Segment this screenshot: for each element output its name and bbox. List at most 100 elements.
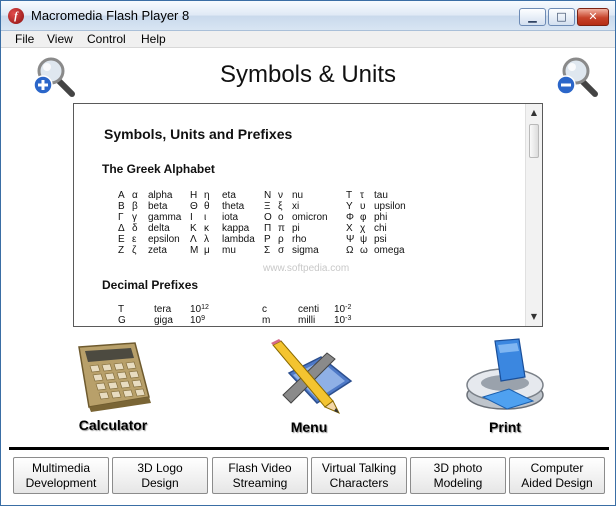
bottom-divider xyxy=(9,447,609,450)
greek-letter-name: chi xyxy=(374,223,387,234)
scroll-down-arrow-icon[interactable]: ▼ xyxy=(527,310,541,324)
menu-button[interactable]: Menu xyxy=(259,337,359,437)
prefix-symbol: G xyxy=(118,315,126,326)
greek-letter-glyph: Φ xyxy=(346,212,354,223)
maximize-button[interactable]: □ xyxy=(548,8,575,26)
prefix-power-base: 10 xyxy=(190,304,202,315)
greek-letter-glyph: π xyxy=(278,223,285,234)
greek-letter-glyph: κ xyxy=(204,223,209,234)
greek-letter-glyph: Π xyxy=(264,223,272,234)
3d-photo-modeling-button[interactable]: 3D photo Modeling xyxy=(410,457,506,494)
minimize-button[interactable]: ▁ xyxy=(519,8,546,26)
zoom-out-magnifier-icon[interactable] xyxy=(554,53,600,99)
greek-letter-glyph: θ xyxy=(204,201,210,212)
greek-letter-name: theta xyxy=(222,201,245,212)
document-panel[interactable]: Symbols, Units and Prefixes The Greek Al… xyxy=(73,103,543,327)
greek-letter-glyph: υ xyxy=(360,201,366,212)
prefix-power-base: 10 xyxy=(334,315,346,326)
greek-letter-glyph: Κ xyxy=(190,223,197,234)
menu-bar: File View Control Help xyxy=(1,31,615,48)
prefix-power-exponent: 12 xyxy=(201,304,209,311)
greek-letter-glyph: β xyxy=(132,201,138,212)
prefix-power-exponent: 9 xyxy=(201,315,206,322)
window-title: Macromedia Flash Player 8 xyxy=(31,8,190,23)
greek-letter-glyph: Ε xyxy=(118,234,125,245)
greek-letter-glyph: ζ xyxy=(132,245,137,256)
greek-letter-glyph: Β xyxy=(118,201,125,212)
greek-letter-name: kappa xyxy=(222,223,250,234)
greek-letter-name: alpha xyxy=(148,190,173,201)
menu-view[interactable]: View xyxy=(47,32,73,46)
scroll-up-arrow-icon[interactable]: ▲ xyxy=(527,106,541,120)
flash-video-streaming-button[interactable]: Flash Video Streaming xyxy=(212,457,308,494)
virtual-talking-characters-button[interactable]: Virtual Talking Characters xyxy=(311,457,407,494)
3d-logo-design-button[interactable]: 3D Logo Design xyxy=(112,457,208,494)
greek-letter-glyph: Χ xyxy=(346,223,353,234)
prefix-power-base: 10 xyxy=(190,315,202,326)
greek-letter-glyph: ξ xyxy=(278,201,283,212)
greek-letter-glyph: Μ xyxy=(190,245,199,256)
greek-letter-glyph: Ι xyxy=(190,212,193,223)
greek-letter-glyph: η xyxy=(204,190,210,201)
greek-letter-glyph: Ζ xyxy=(118,245,125,256)
greek-letter-name: sigma xyxy=(292,245,319,256)
document-heading: Symbols, Units and Prefixes xyxy=(104,126,293,142)
greek-letter-glyph: γ xyxy=(132,212,137,223)
prefix-power-exponent: -2 xyxy=(345,304,352,311)
greek-letter-name: tau xyxy=(374,190,388,201)
computer-aided-design-button[interactable]: Computer Aided Design xyxy=(509,457,605,494)
greek-letter-name: zeta xyxy=(148,245,167,256)
page-title: Symbols & Units xyxy=(219,61,397,88)
greek-letter-glyph: Δ xyxy=(118,223,125,234)
greek-alphabet-heading: The Greek Alphabet xyxy=(102,162,215,176)
flash-app-icon: f xyxy=(8,8,24,24)
print-button[interactable]: Print xyxy=(453,337,557,437)
scroll-thumb[interactable] xyxy=(529,124,539,158)
greek-letter-glyph: Ω xyxy=(346,245,354,256)
prefix-name: milli xyxy=(298,315,316,326)
greek-letter-name: nu xyxy=(292,190,304,201)
greek-letter-glyph: ν xyxy=(278,190,283,201)
title-bar[interactable]: f Macromedia Flash Player 8 ▁ □ ✕ xyxy=(1,1,615,31)
greek-letter-name: phi xyxy=(374,212,388,223)
greek-letter-glyph: Λ xyxy=(190,234,197,245)
greek-letter-name: delta xyxy=(148,223,170,234)
prefix-symbol: m xyxy=(262,315,271,326)
greek-letter-glyph: λ xyxy=(204,234,209,245)
calculator-label: Calculator xyxy=(78,417,148,433)
calculator-icon xyxy=(78,342,151,412)
greek-letter-glyph: Ο xyxy=(264,212,272,223)
multimedia-development-button[interactable]: Multimedia Development xyxy=(13,457,109,494)
greek-letter-glyph: τ xyxy=(360,190,364,201)
document-content: Symbols, Units and Prefixes The Greek Al… xyxy=(74,104,526,326)
greek-letter-name: omicron xyxy=(292,212,328,223)
document-scrollbar[interactable]: ▲ ▼ xyxy=(525,104,542,326)
greek-letter-glyph: ψ xyxy=(360,234,368,245)
greek-letter-glyph: μ xyxy=(204,245,210,256)
greek-letter-glyph: Γ xyxy=(118,212,124,223)
prefix-factor: 109 xyxy=(190,315,205,326)
greek-letter-glyph: Σ xyxy=(264,245,271,256)
menu-file[interactable]: File xyxy=(15,32,34,46)
greek-letter-name: mu xyxy=(222,245,236,256)
greek-letter-name: rho xyxy=(292,234,307,245)
calculator-button[interactable]: Calculator xyxy=(65,341,161,437)
greek-letter-name: xi xyxy=(292,201,300,212)
greek-letter-name: beta xyxy=(148,201,168,212)
greek-letter-glyph: ο xyxy=(278,212,284,223)
watermark-text: www.softpedia.com xyxy=(263,263,350,274)
menu-help[interactable]: Help xyxy=(141,32,166,46)
greek-letter-glyph: Ψ xyxy=(346,234,355,245)
greek-letter-glyph: φ xyxy=(360,212,367,223)
pencil-ruler-menu-icon xyxy=(271,339,353,414)
menu-control[interactable]: Control xyxy=(87,32,126,46)
greek-letter-glyph: Υ xyxy=(346,201,353,212)
greek-letter-name: pi xyxy=(292,223,300,234)
prefix-power-exponent: -3 xyxy=(345,315,352,322)
greek-letter-glyph: ρ xyxy=(278,234,284,245)
close-button[interactable]: ✕ xyxy=(577,8,609,26)
greek-letter-glyph: α xyxy=(132,190,138,201)
greek-letter-glyph: Η xyxy=(190,190,198,201)
prefix-name: giga xyxy=(154,315,173,326)
greek-letter-name: lambda xyxy=(222,234,255,245)
